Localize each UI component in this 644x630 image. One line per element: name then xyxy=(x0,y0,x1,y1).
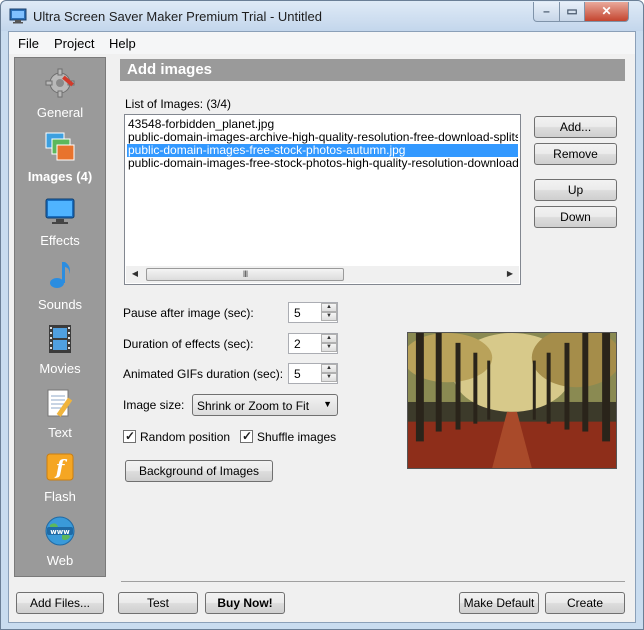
spin-down-icon[interactable]: ▼ xyxy=(321,312,337,321)
checkmark-icon: ✓ xyxy=(125,429,136,443)
up-button[interactable]: Up xyxy=(534,179,617,201)
create-button[interactable]: Create xyxy=(545,592,625,614)
music-note-icon xyxy=(50,262,70,288)
sidebar-item-images[interactable]: Images (4) xyxy=(15,125,105,189)
sidebar-item-label: Images (4) xyxy=(27,169,93,184)
remove-button[interactable]: Remove xyxy=(534,143,617,165)
pause-value: 5 xyxy=(294,306,301,320)
pause-label: Pause after image (sec): xyxy=(123,306,254,320)
menu-project[interactable]: Project xyxy=(54,36,94,51)
effects-monitor-icon xyxy=(45,198,75,224)
menu-file[interactable]: File xyxy=(18,36,39,51)
app-monitor-icon xyxy=(9,8,27,24)
sidebar-item-web[interactable]: www Web xyxy=(15,509,105,573)
gifs-duration-value: 5 xyxy=(294,367,301,381)
scroll-right-icon[interactable]: ▶ xyxy=(504,269,516,278)
scroll-left-icon[interactable]: ◀ xyxy=(129,269,141,278)
sidebar-item-effects[interactable]: Effects xyxy=(15,189,105,253)
image-size-value: Shrink or Zoom to Fit xyxy=(197,399,310,413)
close-icon: ✕ xyxy=(601,4,612,18)
buy-now-button[interactable]: Buy Now! xyxy=(205,592,285,614)
scrollbar-grip: III xyxy=(242,269,249,279)
flash-icon: f xyxy=(46,453,74,481)
effects-duration-value: 2 xyxy=(294,337,301,351)
image-size-label: Image size: xyxy=(123,398,185,412)
shuffle-images-checkbox[interactable]: ✓ xyxy=(240,429,253,443)
app-window: Ultra Screen Saver Maker Premium Trial -… xyxy=(0,0,644,630)
menu-bar: File Project Help xyxy=(9,32,635,54)
sidebar-item-label: Text xyxy=(48,425,72,440)
footer-separator xyxy=(121,581,625,582)
sidebar-item-sounds[interactable]: Sounds xyxy=(15,253,105,317)
effects-duration-stepper[interactable]: 2 ▲ ▼ xyxy=(288,333,338,354)
sidebar-item-movies[interactable]: Movies xyxy=(15,317,105,381)
spin-up-icon[interactable]: ▲ xyxy=(321,334,337,343)
pause-stepper[interactable]: 5 ▲ ▼ xyxy=(288,302,338,323)
sidebar-item-label: Flash xyxy=(44,489,76,504)
image-list[interactable]: 43548-forbidden_planet.jpg public-domain… xyxy=(124,114,521,285)
sidebar-item-label: Sounds xyxy=(37,297,83,312)
spin-down-icon[interactable]: ▼ xyxy=(321,343,337,352)
client-area: File Project Help General Images (4) Eff… xyxy=(8,31,636,623)
sidebar-item-label: Movies xyxy=(39,361,81,376)
menu-help[interactable]: Help xyxy=(109,36,136,51)
notepad-pencil-icon xyxy=(47,389,73,417)
panel-title: Add images xyxy=(120,59,625,81)
effects-duration-label: Duration of effects (sec): xyxy=(123,337,254,351)
chevron-down-icon: ▼ xyxy=(323,399,332,409)
spin-down-icon[interactable]: ▼ xyxy=(321,373,337,382)
globe-www-icon: www xyxy=(45,516,75,546)
maximize-icon: ▭ xyxy=(566,4,578,18)
close-button[interactable]: ✕ xyxy=(584,2,629,22)
random-position-label[interactable]: Random position xyxy=(140,430,230,444)
sidebar: General Images (4) Effects Sounds Movies… xyxy=(14,57,106,577)
horizontal-scrollbar[interactable]: ◀ III ▶ xyxy=(126,266,519,283)
test-button[interactable]: Test xyxy=(118,592,198,614)
sidebar-item-flash[interactable]: f Flash xyxy=(15,445,105,509)
sidebar-item-label: Effects xyxy=(40,233,80,248)
sidebar-item-label: General xyxy=(36,105,84,120)
film-strip-icon xyxy=(49,325,71,353)
background-images-button[interactable]: Background of Images xyxy=(125,460,273,482)
sidebar-item-text[interactable]: Text xyxy=(15,381,105,445)
spin-up-icon[interactable]: ▲ xyxy=(321,303,337,312)
list-item[interactable]: public-domain-images-free-stock-photos-h… xyxy=(127,157,518,170)
add-button[interactable]: Add... xyxy=(534,116,617,138)
svg-text:www: www xyxy=(50,528,70,536)
gear-icon xyxy=(45,68,75,98)
image-size-dropdown[interactable]: Shrink or Zoom to Fit ▼ xyxy=(192,394,338,416)
gifs-duration-stepper[interactable]: 5 ▲ ▼ xyxy=(288,363,338,384)
shuffle-images-label[interactable]: Shuffle images xyxy=(257,430,336,444)
list-item[interactable]: 43548-forbidden_planet.jpg xyxy=(127,118,518,131)
sidebar-item-general[interactable]: General xyxy=(15,61,105,125)
image-list-caption: List of Images: (3/4) xyxy=(125,97,232,111)
sidebar-item-label: Web xyxy=(46,553,74,568)
add-files-button[interactable]: Add Files... xyxy=(16,592,104,614)
checkmark-icon: ✓ xyxy=(242,429,253,443)
title-bar[interactable]: Ultra Screen Saver Maker Premium Trial -… xyxy=(1,1,643,31)
window-title: Ultra Screen Saver Maker Premium Trial -… xyxy=(33,9,322,24)
minimize-button[interactable]: – xyxy=(533,2,560,22)
maximize-button[interactable]: ▭ xyxy=(559,2,585,22)
down-button[interactable]: Down xyxy=(534,206,617,228)
spin-up-icon[interactable]: ▲ xyxy=(321,364,337,373)
scrollbar-thumb[interactable]: III xyxy=(146,268,344,281)
minimize-icon: – xyxy=(543,4,550,18)
gifs-duration-label: Animated GIFs duration (sec): xyxy=(123,367,284,381)
random-position-checkbox[interactable]: ✓ xyxy=(123,429,136,443)
image-preview xyxy=(407,332,617,469)
make-default-button[interactable]: Make Default xyxy=(459,592,539,614)
list-item[interactable]: public-domain-images-free-stock-photos-a… xyxy=(127,144,518,157)
list-item[interactable]: public-domain-images-archive-high-qualit… xyxy=(127,131,518,144)
images-icon xyxy=(45,132,75,161)
